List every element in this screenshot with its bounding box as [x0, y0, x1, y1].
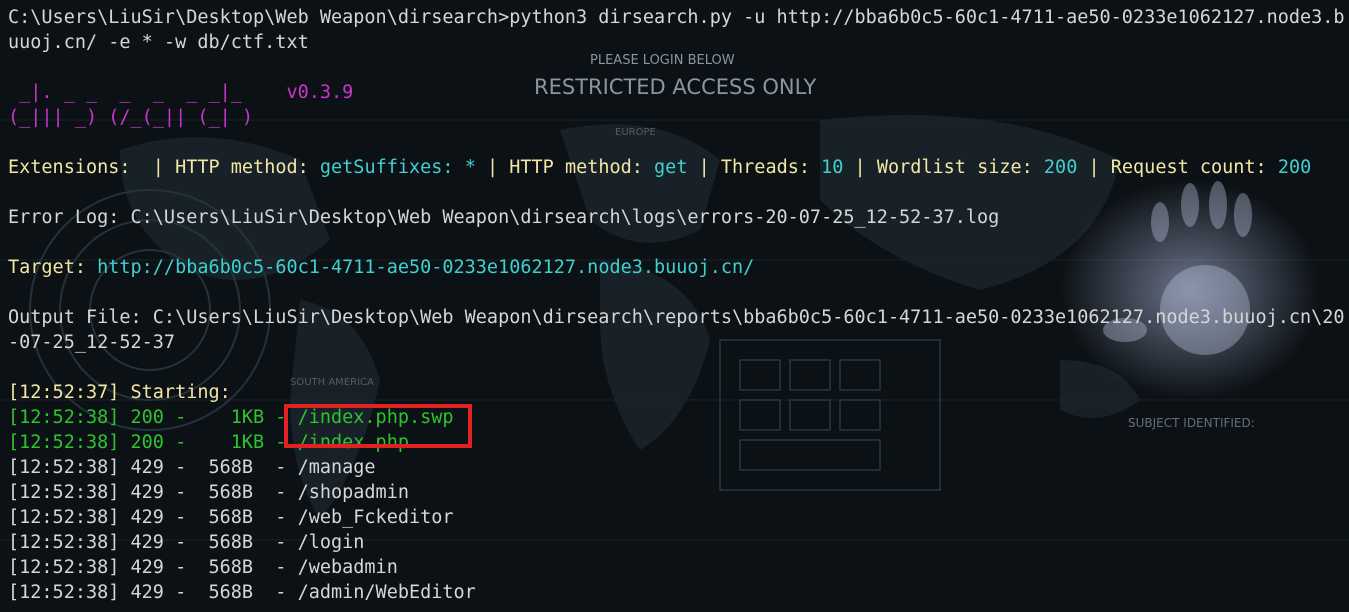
output-file-line-2: -07-25_12-52-37	[8, 332, 176, 353]
error-log-line: Error Log: C:\Users\LiuSir\Desktop\Web W…	[8, 207, 1000, 228]
result-row: [12:52:38] 200 - 1KB - /index.php	[8, 432, 409, 453]
config-line: Extensions: | HTTP method: getSuffixes: …	[8, 157, 1312, 178]
result-row: [12:52:38] 429 - 568B - /login	[8, 532, 365, 553]
starting-line: [12:52:37] Starting:	[8, 382, 231, 403]
banner-art-2: (_||| _) (/_(_|| (_| )	[8, 107, 254, 128]
target-label: Target:	[8, 257, 98, 278]
target-url: http://bba6b0c5-60c1-4711-ae50-0233e1062…	[97, 257, 755, 278]
banner-art-1: _|. _ _ _ _ _ _|_ v0.3.9	[8, 80, 1341, 105]
result-row: [12:52:38] 429 - 568B - /webadmin	[8, 557, 398, 578]
version-label: v0.3.9	[286, 82, 354, 103]
result-row: [12:52:38] 429 - 568B - /web_Fckeditor	[8, 507, 454, 528]
command-line-1: C:\Users\LiuSir\Desktop\Web Weapon\dirse…	[8, 7, 1345, 28]
result-row: [12:52:38] 429 - 568B - /manage	[8, 457, 376, 478]
result-row: [12:52:38] 429 - 568B - /admin/WebEditor	[8, 582, 476, 603]
output-file-line-1: Output File: C:\Users\LiuSir\Desktop\Web…	[8, 307, 1345, 328]
target-line: Target: http://bba6b0c5-60c1-4711-ae50-0…	[8, 255, 1341, 280]
banner-art-top: _|. _ _ _ _ _ _|_	[8, 82, 287, 103]
result-row: [12:52:38] 200 - 1KB - /index.php.swp	[8, 407, 454, 428]
command-line-2: uuoj.cn/ -e * -w db/ctf.txt	[8, 32, 309, 53]
highlight-box	[284, 404, 472, 448]
terminal-output[interactable]: C:\Users\LiuSir\Desktop\Web Weapon\dirse…	[8, 5, 1345, 605]
result-row: [12:52:38] 429 - 568B - /shopadmin	[8, 482, 409, 503]
